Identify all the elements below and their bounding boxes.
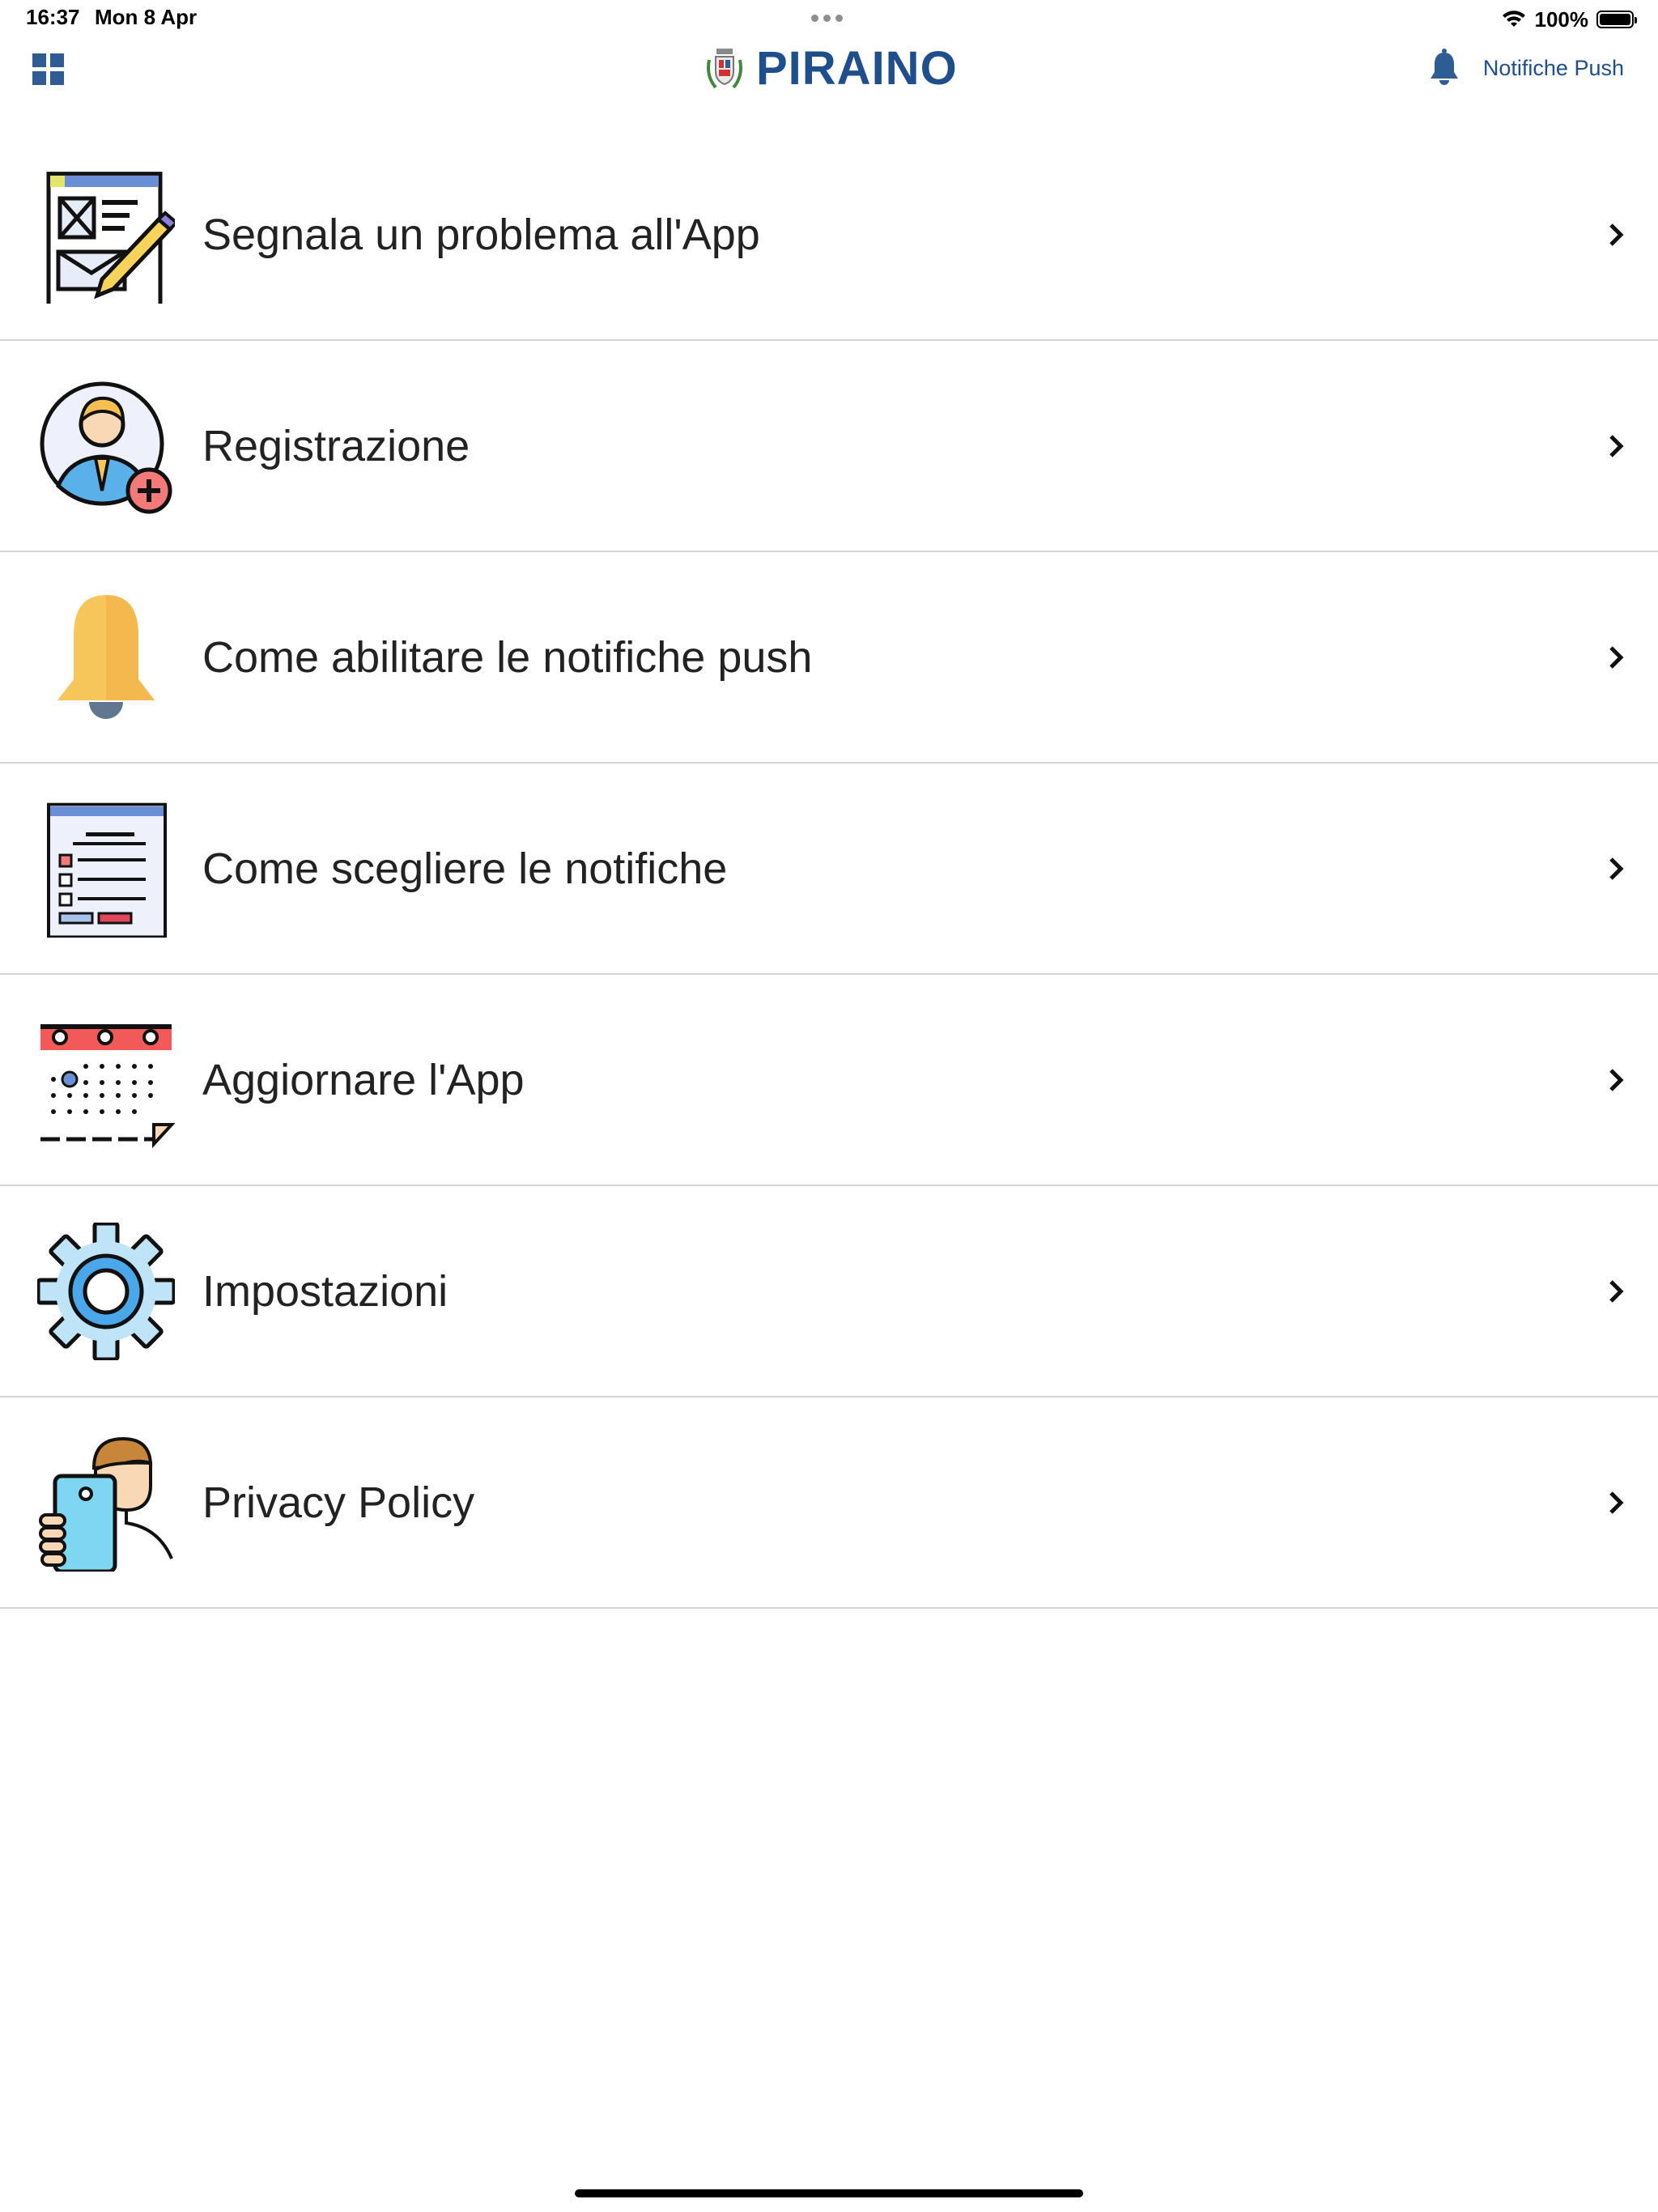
report-problem-icon [46, 171, 175, 304]
status-date: Mon 8 Apr [95, 5, 198, 29]
chevron-right-icon [1609, 1491, 1624, 1514]
calendar-icon [40, 1023, 175, 1148]
coat-of-arms-icon [707, 49, 742, 89]
home-indicator[interactable] [575, 2189, 1083, 2197]
multitasking-dots[interactable] [811, 15, 843, 22]
menu-item-enable-push[interactable]: Come abilitare le notifiche push [0, 552, 1658, 764]
status-bar: 16:37 Mon 8 Apr 100% [0, 0, 1658, 39]
brand-title: PIRAINO [756, 41, 958, 95]
menu-item-choose-notifications[interactable]: Come scegliere le notifiche [0, 764, 1658, 975]
menu-item-label: Privacy Policy [202, 1478, 475, 1527]
status-indicators: 100% [1501, 5, 1637, 34]
menu-list: Segnala un problema all'App Registrazion… [0, 130, 1658, 1609]
menu-item-registration[interactable]: Registrazione [0, 341, 1658, 552]
grid-menu-button[interactable] [31, 52, 66, 87]
menu-item-settings[interactable]: Impostazioni [0, 1186, 1658, 1397]
chevron-right-icon [1609, 1068, 1624, 1091]
push-notifications-button[interactable]: Notifiche Push [1428, 47, 1624, 89]
checklist-icon [47, 802, 167, 938]
menu-item-label: Come abilitare le notifiche push [202, 632, 813, 682]
menu-item-privacy-policy[interactable]: Privacy Policy [0, 1397, 1658, 1609]
chevron-right-icon [1609, 1279, 1624, 1303]
push-notifications-label: Notifiche Push [1482, 55, 1624, 80]
battery-percentage: 100% [1534, 6, 1589, 32]
brand-logo: PIRAINO [704, 42, 958, 95]
chevron-right-icon [1609, 645, 1624, 669]
wifi-icon [1502, 11, 1525, 27]
gear-icon [37, 1222, 175, 1360]
chevron-right-icon [1609, 223, 1624, 246]
menu-item-label: Come scegliere le notifiche [202, 844, 728, 893]
battery-icon [1596, 11, 1637, 28]
grid-icon [32, 53, 64, 85]
chevron-right-icon [1609, 434, 1624, 457]
menu-item-label: Registrazione [202, 421, 470, 470]
bell-icon [57, 594, 155, 719]
menu-item-label: Impostazioni [202, 1266, 449, 1316]
bell-icon [1430, 49, 1458, 85]
user-register-icon [40, 381, 172, 513]
status-time: 16:37 [26, 5, 80, 29]
nav-bar: PIRAINO Notifiche Push [0, 39, 1658, 128]
menu-item-update-app[interactable]: Aggiornare l'App [0, 975, 1658, 1186]
menu-item-label: Segnala un problema all'App [202, 210, 760, 259]
chevron-right-icon [1609, 857, 1624, 880]
menu-item-label: Aggiornare l'App [202, 1055, 525, 1104]
privacy-phone-icon [39, 1436, 173, 1572]
menu-item-report-problem[interactable]: Segnala un problema all'App [0, 130, 1658, 341]
